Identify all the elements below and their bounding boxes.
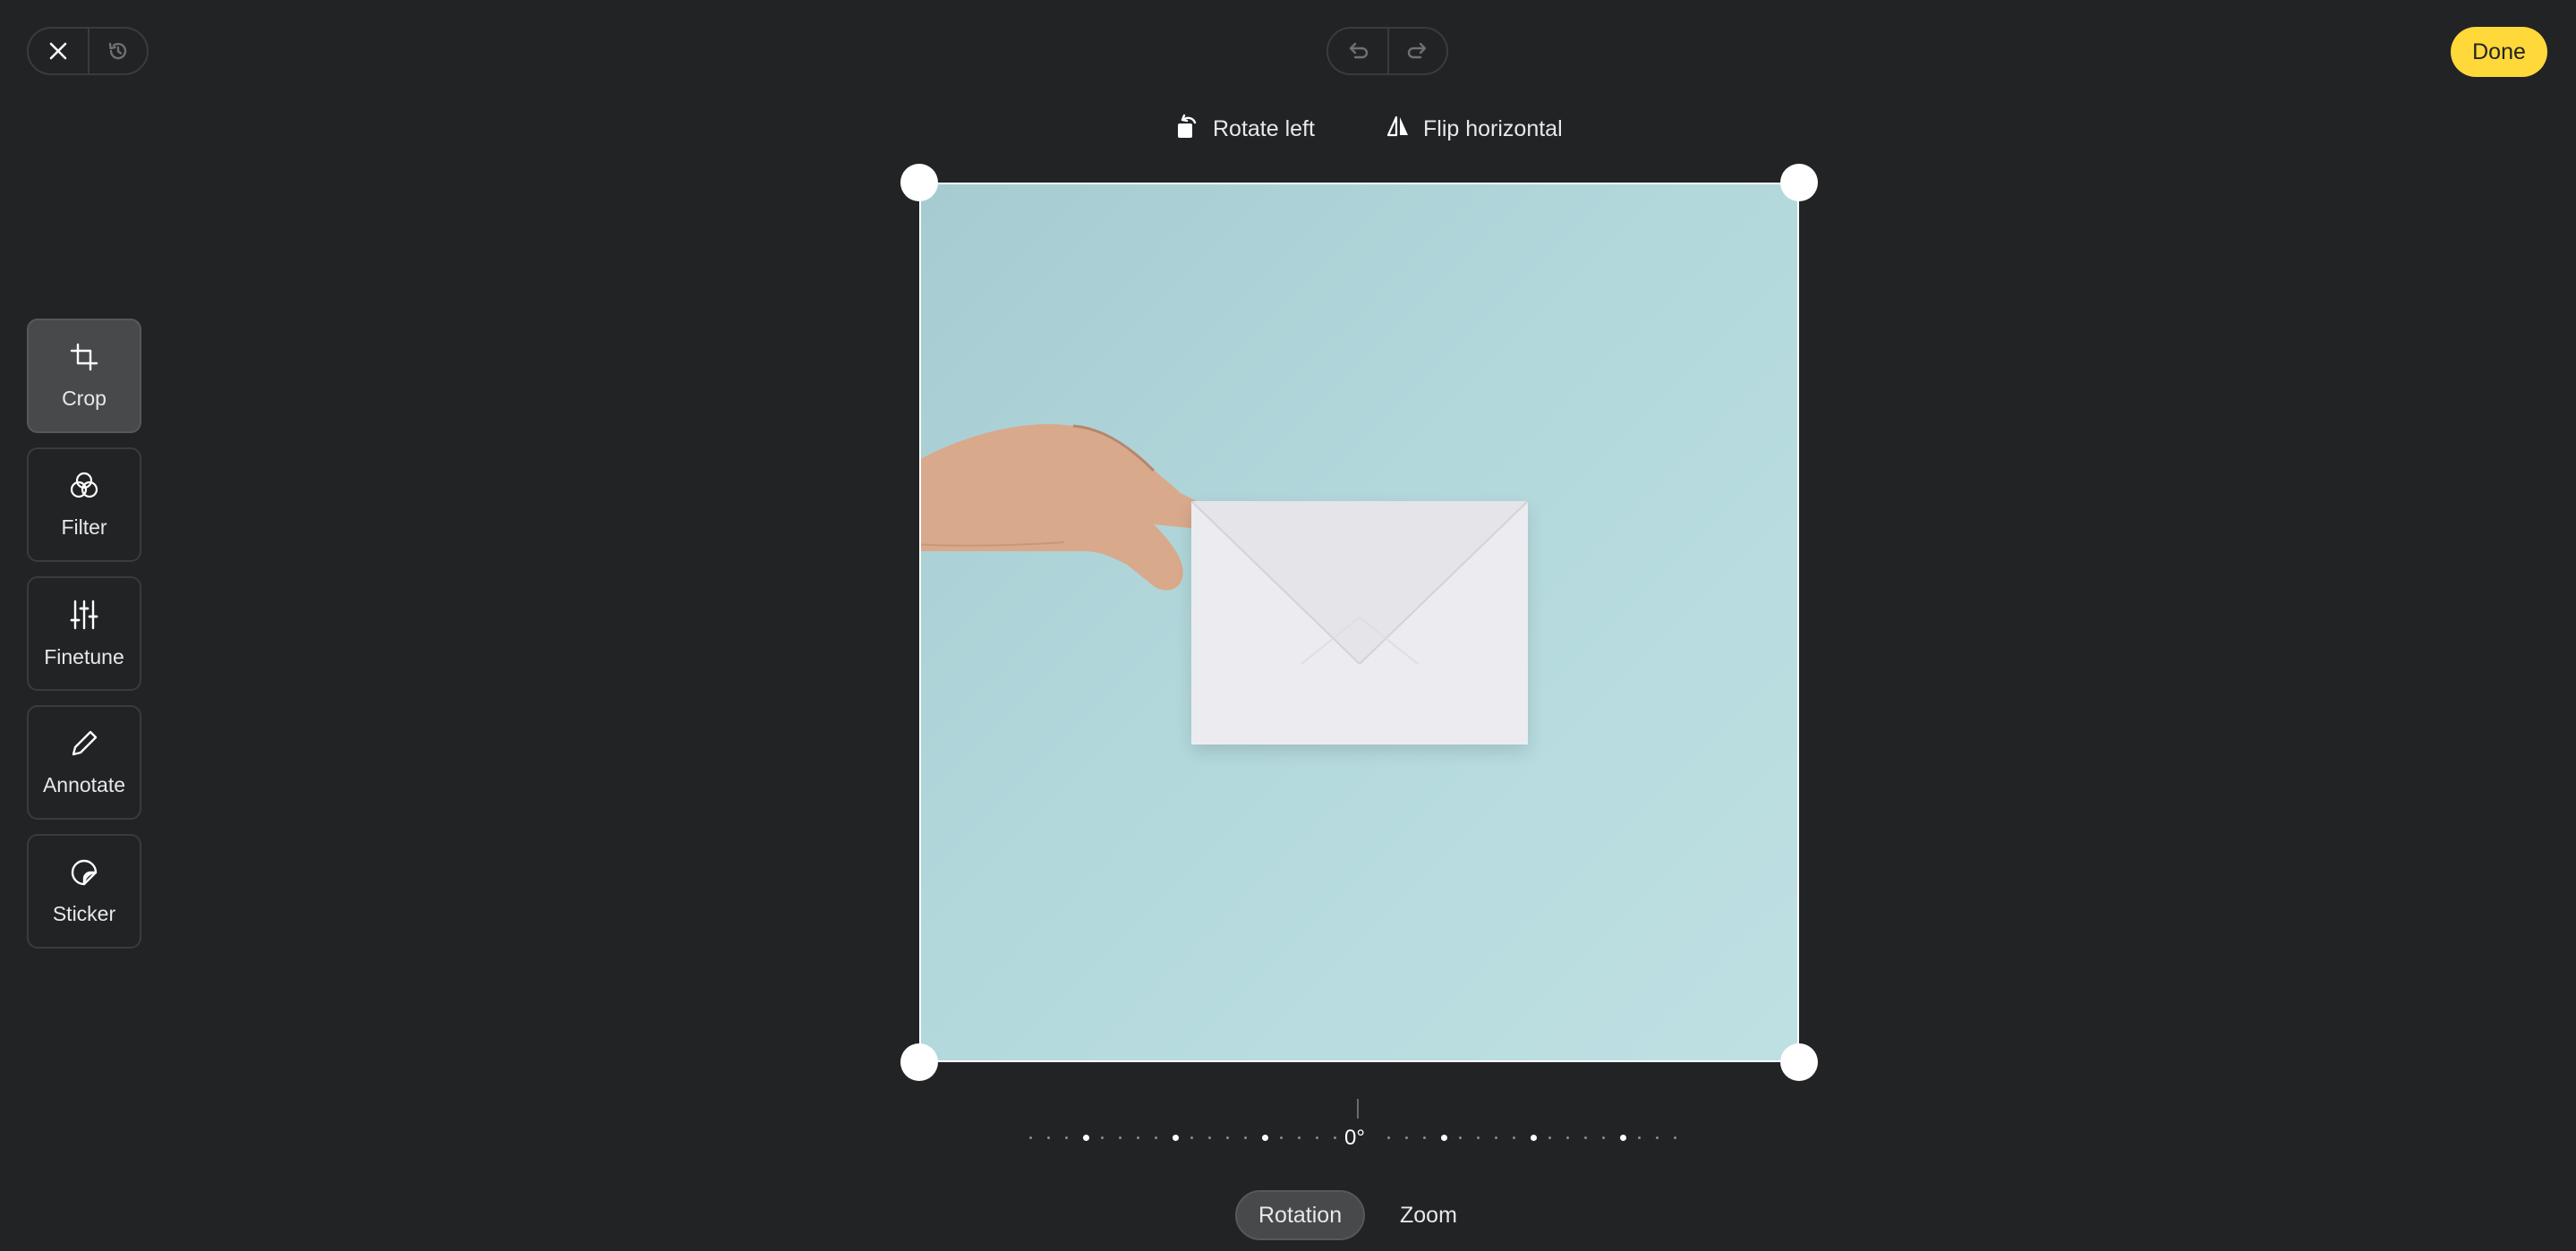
rotate-left-button[interactable]: Rotate left (1175, 111, 1315, 147)
rotation-ruler-tick (1083, 1135, 1089, 1141)
crop-handle-top-left[interactable] (900, 164, 938, 201)
rotation-ruler-tick (1566, 1136, 1569, 1139)
rotation-ruler-tick (1047, 1136, 1050, 1139)
rotation-ruler-tick (1173, 1135, 1179, 1141)
flip-horizontal-button[interactable]: Flip horizontal (1386, 111, 1563, 147)
rotate-left-icon (1175, 112, 1200, 147)
rotation-ruler-tick (1298, 1136, 1301, 1139)
done-button[interactable]: Done (2451, 27, 2547, 77)
rotation-ruler-tick (1656, 1136, 1659, 1139)
rotation-ruler[interactable]: 0° (1029, 1099, 1692, 1153)
flip-horizontal-icon (1386, 114, 1411, 145)
rotate-left-label: Rotate left (1213, 115, 1315, 141)
crop-canvas[interactable] (919, 183, 1799, 1062)
undo-redo-group (1326, 27, 1448, 75)
rotation-ruler-tick (1101, 1136, 1104, 1139)
rotation-ruler-tick (1405, 1136, 1408, 1139)
finetune-icon (69, 599, 99, 636)
hand-illustration (921, 424, 1213, 591)
filter-icon (68, 471, 100, 506)
sidebar-item-label: Sticker (52, 901, 116, 925)
rotation-ruler-tick (1638, 1136, 1641, 1139)
history-button[interactable] (88, 29, 147, 73)
crop-icon (69, 342, 99, 378)
sidebar-item-sticker[interactable]: Sticker (27, 834, 141, 949)
rotation-ruler-tick (1155, 1136, 1157, 1139)
rotation-ruler-tick (1190, 1136, 1193, 1139)
history-icon (107, 39, 130, 63)
sticker-icon (69, 857, 99, 893)
close-button[interactable] (29, 29, 88, 73)
rotation-ruler-tick (1226, 1136, 1229, 1139)
rotation-ruler-tick (1334, 1136, 1336, 1139)
close-history-group (27, 27, 149, 75)
image-editor: Done Rotate left Flip horizontal Crop Fi… (0, 0, 2576, 1251)
rotation-ruler-tick (1029, 1136, 1032, 1139)
close-icon (48, 41, 68, 61)
crop-handle-top-right[interactable] (1780, 164, 1818, 201)
sidebar-item-label: Filter (61, 515, 107, 539)
rotation-ruler-tick (1495, 1136, 1497, 1139)
flip-horizontal-label: Flip horizontal (1423, 115, 1563, 141)
tab-zoom[interactable]: Zoom (1378, 1190, 1479, 1240)
rotation-ruler-tick (1137, 1136, 1139, 1139)
sidebar-item-filter[interactable]: Filter (27, 447, 141, 562)
rotation-ruler-tick (1280, 1136, 1283, 1139)
pencil-icon (69, 728, 99, 764)
sidebar-item-finetune[interactable]: Finetune (27, 576, 141, 691)
rotation-ruler-tick (1602, 1136, 1605, 1139)
tab-rotation[interactable]: Rotation (1235, 1190, 1366, 1240)
crop-handle-bottom-left[interactable] (900, 1043, 938, 1081)
rotation-ruler-tick (1316, 1136, 1318, 1139)
undo-button[interactable] (1328, 29, 1387, 73)
envelope-illustration (1191, 501, 1528, 745)
rotation-ruler-tick (1531, 1135, 1537, 1141)
undo-icon (1346, 41, 1369, 61)
rotation-ruler-tick (1387, 1136, 1390, 1139)
rotation-ruler-tick (1208, 1136, 1211, 1139)
sidebar-item-crop[interactable]: Crop (27, 319, 141, 433)
sidebar-item-label: Crop (62, 386, 107, 410)
rotation-ruler-tick (1548, 1136, 1551, 1139)
crop-handle-bottom-right[interactable] (1780, 1043, 1818, 1081)
rotation-ruler-tick (1065, 1136, 1068, 1139)
sidebar-item-label: Annotate (42, 772, 126, 796)
rotation-ruler-tick (1674, 1136, 1676, 1139)
rotation-ruler-tick (1584, 1136, 1587, 1139)
rotation-ruler-tick (1513, 1136, 1515, 1139)
rotation-ruler-tick (1262, 1135, 1268, 1141)
rotation-ruler-tick (1423, 1136, 1426, 1139)
rotation-ruler-tick (1477, 1136, 1480, 1139)
rotation-value: 0° (1344, 1126, 1365, 1150)
rotation-ruler-tick (1244, 1136, 1247, 1139)
redo-icon (1406, 41, 1429, 61)
rotation-ruler-tick (1459, 1136, 1462, 1139)
sidebar-item-annotate[interactable]: Annotate (27, 705, 141, 820)
rotation-ruler-tick (1620, 1135, 1626, 1141)
sidebar-item-label: Finetune (44, 644, 124, 668)
redo-button[interactable] (1387, 29, 1446, 73)
rotation-ruler-tick (1441, 1135, 1447, 1141)
rotation-ruler-tick (1119, 1136, 1122, 1139)
rotation-ruler-center-line (1357, 1099, 1359, 1119)
